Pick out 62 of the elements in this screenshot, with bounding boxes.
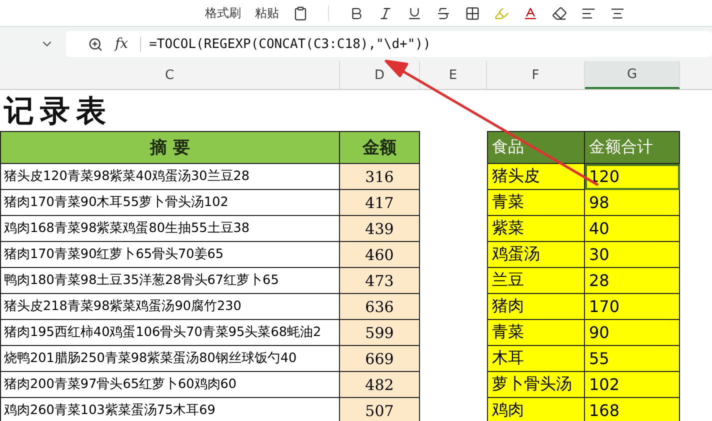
italic-icon[interactable] xyxy=(378,6,393,20)
table-cell: 猪头皮120青菜98紫菜40鸡蛋汤30兰豆28 xyxy=(0,164,340,190)
table-cell: 萝卜骨头汤 xyxy=(487,372,585,398)
table-cell: 482 xyxy=(340,372,420,398)
table-cell: 青菜 xyxy=(487,320,585,346)
table-cell[interactable]: 168 xyxy=(585,398,680,421)
table-cell: 417 xyxy=(340,190,420,216)
table-cell: 猪头皮218青菜98紫菜鸡蛋汤90腐竹230 xyxy=(0,294,340,320)
table-cell: 鸡肉168青菜98紫菜鸡蛋80生抽55土豆38 xyxy=(0,216,340,242)
table-cell: 鸡肉260青菜103紫菜蛋汤75木耳69 xyxy=(0,398,340,421)
table-cell: 猪肉170青菜90红萝卜65骨头70姜65 xyxy=(0,242,340,268)
header-cell: 金额 xyxy=(340,131,420,164)
table-cell: 599 xyxy=(340,320,420,346)
formula-field[interactable]: fx =TOCOL(REGEXP(CONCAT(C3:C18),"\d+")) xyxy=(66,31,712,57)
zoom-icon[interactable] xyxy=(88,36,103,52)
sheet-title: 记录表 xyxy=(2,92,113,130)
table-cell: 460 xyxy=(340,242,420,268)
table-cell: 青菜 xyxy=(487,190,585,216)
eraser-icon[interactable] xyxy=(552,6,567,20)
clipboard-icon[interactable] xyxy=(293,6,308,20)
table-cell: 猪肉195西红柿40鸡蛋106骨头70青菜95头菜68蚝油2 xyxy=(0,320,340,346)
table-cell: 兰豆 xyxy=(487,268,585,294)
table-cell: 木耳 xyxy=(487,346,585,372)
header-cell: 食品 xyxy=(487,131,585,164)
align-center-icon[interactable] xyxy=(610,6,625,20)
table-cell: 鸡蛋汤 xyxy=(487,242,585,268)
table-cell: 猪肉200青菜97骨头65红萝卜60鸡肉60 xyxy=(0,372,340,398)
strikethrough-icon[interactable] xyxy=(436,6,451,20)
table-cell[interactable]: 90 xyxy=(585,320,680,346)
table-cell[interactable]: 170 xyxy=(585,294,680,320)
align-left-icon[interactable] xyxy=(581,6,596,20)
table-cell: 636 xyxy=(340,294,420,320)
fx-button[interactable]: fx xyxy=(115,36,128,52)
table-cell: 猪肉 xyxy=(487,294,585,320)
table-cell: 439 xyxy=(340,216,420,242)
table-cell: 鸭肉180青菜98土豆35洋葱28骨头67红萝卜65 xyxy=(0,268,340,294)
header-cell: 金额合计 xyxy=(585,131,680,164)
table-cell: 猪肉170青菜90木耳55萝卜骨头汤102 xyxy=(0,190,340,216)
header-cell: 摘 要 xyxy=(0,131,340,164)
table-cell[interactable]: 102 xyxy=(585,372,680,398)
table-cell[interactable]: 120 xyxy=(585,164,680,190)
table-cell[interactable]: 30 xyxy=(585,242,680,268)
table-cell[interactable]: 55 xyxy=(585,346,680,372)
bold-icon[interactable] xyxy=(349,6,364,20)
ribbon-label[interactable]: 粘贴 xyxy=(255,4,279,22)
ribbon-label[interactable]: 格式刷 xyxy=(205,4,241,22)
table-cell[interactable]: 40 xyxy=(585,216,680,242)
table-cell: 507 xyxy=(340,398,420,421)
table-cell: 猪头皮 xyxy=(487,164,585,190)
column-header[interactable]: G xyxy=(585,61,680,89)
table-cell: 烧鸭201腊肠250青菜98紫菜蛋汤80钢丝球饭勺40 xyxy=(0,346,340,372)
table-cell: 669 xyxy=(340,346,420,372)
table-cell[interactable]: 98 xyxy=(585,190,680,216)
table-cell: 316 xyxy=(340,164,420,190)
table-cell[interactable]: 28 xyxy=(585,268,680,294)
table-cell: 紫菜 xyxy=(487,216,585,242)
column-header[interactable]: C xyxy=(0,61,340,89)
table-cell: 鸡肉 xyxy=(487,398,585,421)
border-icon[interactable] xyxy=(465,6,480,20)
underline-icon[interactable] xyxy=(407,6,422,20)
font-color-icon[interactable] xyxy=(523,6,538,20)
table-cell: 473 xyxy=(340,268,420,294)
